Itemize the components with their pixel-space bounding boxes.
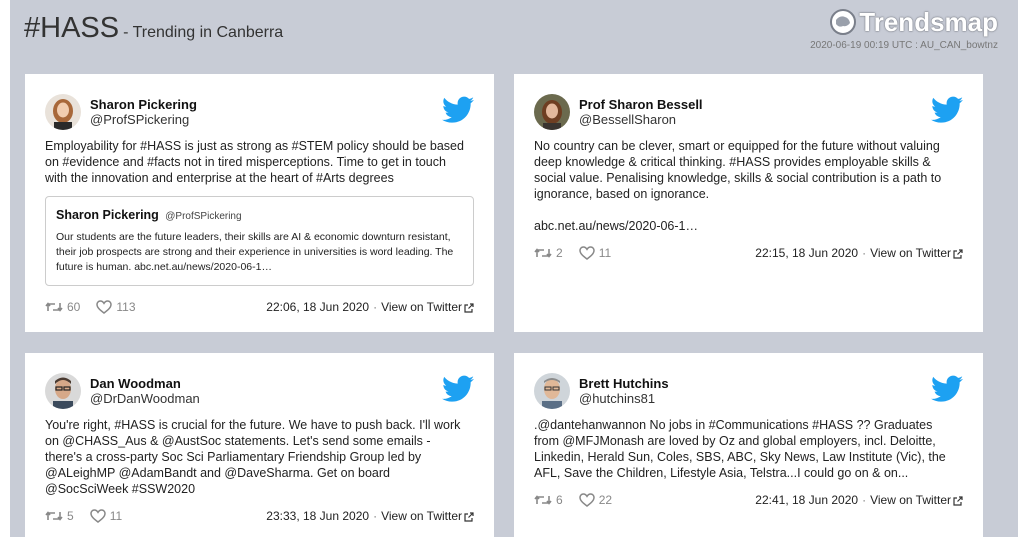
twitter-bird-icon[interactable] xyxy=(442,96,474,124)
retweet-count-value: 60 xyxy=(67,300,81,314)
tweet-author: Sharon Pickering @ProfSPickering xyxy=(45,92,474,132)
tweet-time[interactable]: 22:06, 18 Jun 2020 xyxy=(266,300,369,314)
like-count-value: 11 xyxy=(109,509,123,523)
tweet-card: Sharon Pickering @ProfSPickering Employa… xyxy=(25,74,494,332)
retweet-count-value: 2 xyxy=(556,246,563,260)
tweet-card: Prof Sharon Bessell @BessellSharon No co… xyxy=(514,74,983,332)
tweet-footer: 60 113 22:06, 18 Jun 2020 · View on Twitte… xyxy=(45,300,474,314)
like-count-value: 22 xyxy=(598,493,613,507)
author-handle[interactable]: @BessellSharon xyxy=(579,112,703,127)
tweet-time[interactable]: 23:33, 18 Jun 2020 xyxy=(266,509,369,523)
avatar[interactable] xyxy=(45,373,81,409)
brand-name: Trendsmap xyxy=(859,6,998,37)
retweet-count-value: 6 xyxy=(556,493,563,507)
twitter-bird-icon[interactable] xyxy=(442,375,474,403)
location-subtitle: - Trending in Canberra xyxy=(123,24,284,41)
tweet-author: Brett Hutchins @hutchins81 xyxy=(534,371,963,411)
retweet-count[interactable]: 5 xyxy=(45,509,74,523)
tweet-text: Employability for #HASS is just as stron… xyxy=(45,139,464,185)
tweet-footer: 2 11 22:15, 18 Jun 2020 · View on Twitter xyxy=(534,246,963,260)
external-link-icon xyxy=(953,496,963,506)
retweet-icon xyxy=(45,302,63,312)
tweet-time[interactable]: 22:15, 18 Jun 2020 xyxy=(755,246,858,260)
like-count[interactable]: 11 xyxy=(578,246,612,260)
heart-icon xyxy=(96,300,113,314)
trendsmap-logo[interactable]: Trendsmap xyxy=(829,6,998,38)
like-count[interactable]: 22 xyxy=(578,493,613,507)
tweet-footer: 6 22 22:41, 18 Jun 2020 · View on Twitter xyxy=(534,493,963,507)
tweet-time[interactable]: 22:41, 18 Jun 2020 xyxy=(755,493,858,507)
quoted-author-handle: @ProfSPickering xyxy=(165,211,242,222)
like-count[interactable]: 113 xyxy=(96,300,136,314)
timestamp-region: 2020-06-19 00:19 UTC : AU_CAN_bowtnz xyxy=(810,40,998,51)
tweet-text: You're right, #HASS is crucial for the f… xyxy=(45,418,461,496)
heart-icon xyxy=(578,493,595,507)
hashtag-title: #HASS xyxy=(24,12,120,44)
tweet-card: Brett Hutchins @hutchins81 .@dantehanwan… xyxy=(514,353,983,537)
retweet-icon xyxy=(534,248,552,258)
like-count-value: 11 xyxy=(598,246,612,260)
external-link-icon xyxy=(464,303,474,313)
author-handle[interactable]: @ProfSPickering xyxy=(90,112,197,127)
view-on-twitter-link[interactable]: View on Twitter xyxy=(381,509,474,523)
external-link-icon xyxy=(464,512,474,522)
view-on-twitter-link[interactable]: View on Twitter xyxy=(870,246,963,260)
tweet-author: Dan Woodman @DrDanWoodman xyxy=(45,371,474,411)
tweet-text: .@dantehanwannon No jobs in #Communicati… xyxy=(534,418,946,480)
author-name[interactable]: Dan Woodman xyxy=(90,376,200,391)
heart-icon xyxy=(89,509,106,523)
retweet-count[interactable]: 2 xyxy=(534,246,563,260)
twitter-bird-icon[interactable] xyxy=(931,375,963,403)
tweet-card: Dan Woodman @DrDanWoodman You're right, … xyxy=(25,353,494,537)
retweet-count[interactable]: 60 xyxy=(45,300,80,314)
article-link[interactable]: abc.net.au/news/2020-06-1… xyxy=(534,219,698,233)
tweet-text: No country can be clever, smart or equip… xyxy=(534,139,942,233)
retweet-count[interactable]: 6 xyxy=(534,493,563,507)
author-name[interactable]: Prof Sharon Bessell xyxy=(579,97,703,112)
tweet-author: Prof Sharon Bessell @BessellSharon xyxy=(534,92,963,132)
page-title: #HASS - Trending in Canberra xyxy=(24,12,283,45)
retweet-icon xyxy=(534,495,552,505)
quoted-author-name: Sharon Pickering xyxy=(56,208,159,222)
author-name[interactable]: Brett Hutchins xyxy=(579,376,669,391)
author-name[interactable]: Sharon Pickering xyxy=(90,97,197,112)
twitter-bird-icon[interactable] xyxy=(931,96,963,124)
avatar[interactable] xyxy=(45,94,81,130)
retweet-icon xyxy=(45,511,63,521)
quoted-tweet[interactable]: Sharon Pickering @ProfSPickering Our stu… xyxy=(45,196,474,286)
avatar[interactable] xyxy=(534,373,570,409)
like-count[interactable]: 11 xyxy=(89,509,123,523)
quoted-tweet-text: Our students are the future leaders, the… xyxy=(56,231,454,273)
author-handle[interactable]: @hutchins81 xyxy=(579,391,669,406)
trendsmap-logo-icon xyxy=(830,9,857,35)
retweet-count-value: 5 xyxy=(67,509,74,523)
external-link-icon xyxy=(953,249,963,259)
author-handle[interactable]: @DrDanWoodman xyxy=(90,391,200,406)
like-count-value: 113 xyxy=(116,300,136,314)
avatar[interactable] xyxy=(534,94,570,130)
heart-icon xyxy=(578,246,595,260)
view-on-twitter-link[interactable]: View on Twitter xyxy=(381,300,474,314)
view-on-twitter-link[interactable]: View on Twitter xyxy=(870,493,963,507)
tweet-footer: 5 11 23:33, 18 Jun 2020 · View on Twitter xyxy=(45,509,474,523)
